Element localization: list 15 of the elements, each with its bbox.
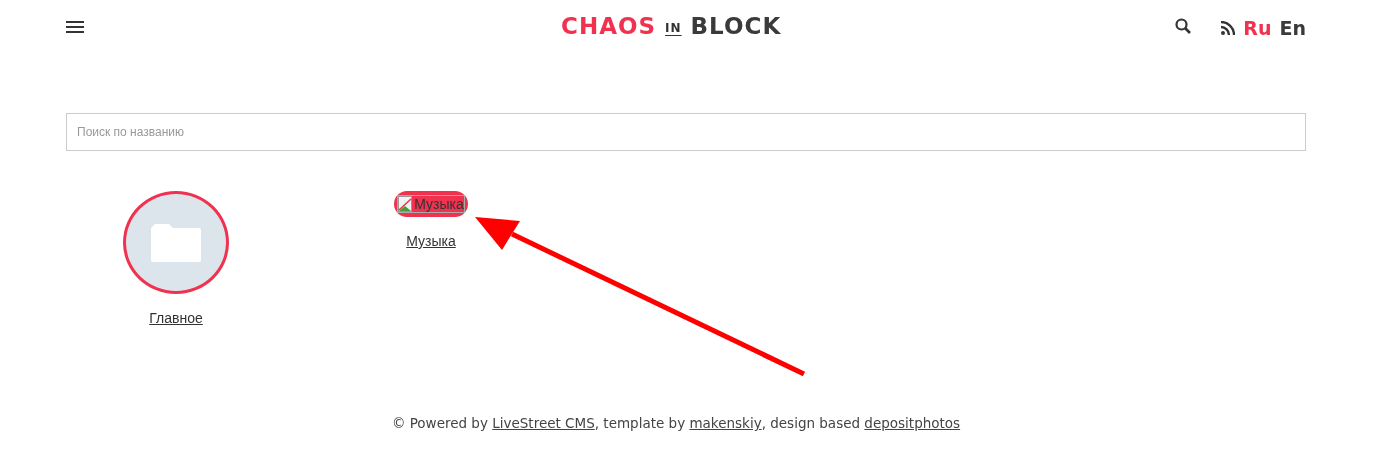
menu-icon[interactable] <box>66 19 84 34</box>
footer-link[interactable]: makenskiy <box>689 415 762 431</box>
search-icon[interactable] <box>1175 17 1192 34</box>
footer-link[interactable]: LiveStreet CMS <box>492 415 595 431</box>
image-alt-text: Музыка <box>414 196 464 212</box>
language-link[interactable]: En <box>1279 16 1306 39</box>
footer-credits: © Powered by LiveStreet CMS, template by makenskiy, design based depositphotos <box>391 415 961 431</box>
rss-icon[interactable] <box>1221 20 1236 35</box>
language-link[interactable]: Ru <box>1243 16 1272 39</box>
folder-icon <box>151 223 201 262</box>
category-link[interactable]: Музыка <box>406 233 456 249</box>
search-field[interactable]: Поиск по названию <box>66 113 1306 151</box>
footer-link[interactable]: depositphotos <box>864 415 961 431</box>
broken-image-icon <box>398 196 415 212</box>
category-link[interactable]: Главное <box>149 310 203 326</box>
